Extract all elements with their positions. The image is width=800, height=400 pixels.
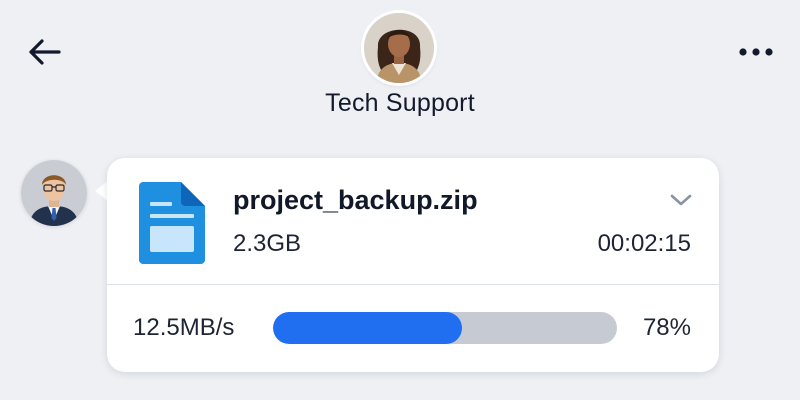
progress-percent: 78% — [642, 314, 691, 341]
expand-button[interactable] — [667, 188, 695, 212]
more-options-button[interactable] — [734, 32, 778, 72]
back-button[interactable] — [24, 32, 64, 72]
chevron-down-icon — [670, 194, 692, 206]
file-name: project_backup.zip — [233, 185, 478, 215]
progress-fill — [273, 312, 463, 344]
sender-avatar[interactable] — [21, 160, 87, 226]
file-transfer-message[interactable]: project_backup.zip 2.3GB 00:02:15 12.5MB… — [107, 158, 719, 372]
transfer-speed: 12.5MB/s — [133, 314, 235, 341]
contact-avatar[interactable] — [364, 13, 434, 83]
contact-name: Tech Support — [325, 89, 475, 117]
file-size: 2.3GB — [233, 230, 302, 257]
divider — [107, 284, 719, 285]
transfer-duration: 00:02:15 — [597, 230, 691, 257]
more-options-icon — [739, 48, 773, 56]
progress-bar — [273, 312, 617, 344]
back-arrow-icon — [29, 39, 61, 65]
file-document-icon — [139, 182, 205, 264]
